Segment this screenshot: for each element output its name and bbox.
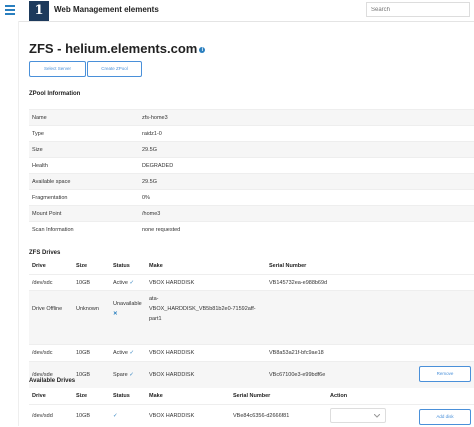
info-row: Mount Point/home3 — [29, 205, 474, 222]
logo: 1 — [29, 1, 49, 21]
sidebar — [0, 21, 19, 426]
col-header-serial: Serial Number — [233, 393, 271, 399]
info-row: Health DEGRADED — [29, 157, 474, 174]
search-input[interactable] — [366, 2, 470, 17]
info-icon[interactable]: i — [199, 46, 206, 53]
table-row: Drive Offline Unknown Unavailable ✕ ata-… — [29, 290, 474, 345]
col-header-drive: Drive — [32, 393, 46, 399]
info-row: Available space 29.5G — [29, 173, 474, 190]
chevron-down-icon — [374, 414, 380, 418]
action-select[interactable] — [330, 408, 386, 423]
check-icon: ✓ — [129, 372, 134, 378]
create-zpool-button[interactable]: Create ZPool — [87, 61, 142, 77]
remove-button[interactable]: Remove — [419, 366, 471, 382]
info-row: Scan Information none requested — [29, 221, 474, 238]
col-header-make: Make — [149, 393, 163, 399]
available-drives-heading: Available Drives — [29, 378, 76, 384]
col-header-make: Make — [149, 263, 163, 269]
col-header-size: Size — [76, 393, 88, 399]
select-server-button[interactable]: Select Server — [29, 61, 86, 77]
x-icon: ✕ — [113, 311, 118, 317]
table-row: /dev/sde 10GB Spare ✓ VBOX HARDDISK VBc6… — [29, 361, 474, 388]
col-header-drive: Drive — [32, 263, 46, 269]
info-row: Size 29.5G — [29, 141, 474, 158]
page-title: ZFS - helium.elements.com i — [29, 41, 206, 56]
brand-title: Web Management elements — [54, 5, 159, 14]
check-icon: ✓ — [129, 350, 135, 356]
check-icon: ✓ — [129, 280, 135, 286]
check-icon: ✓ — [113, 413, 118, 419]
info-row: Type raidz1-0 — [29, 125, 474, 142]
col-header-action: Action — [330, 393, 348, 399]
menu-icon[interactable] — [5, 5, 15, 15]
add-disk-button[interactable]: Add disk — [419, 409, 471, 425]
zpool-info-heading: ZPool Information — [29, 91, 81, 97]
col-header-status: Status — [113, 263, 130, 269]
col-header-serial: Serial Number — [269, 263, 307, 269]
info-row: Name zfs-home3 — [29, 109, 474, 126]
zfs-drives-heading: ZFS Drives — [29, 250, 61, 256]
col-header-size: Size — [76, 263, 88, 269]
col-header-status: Status — [113, 393, 130, 399]
top-bar: 1 Web Management elements — [0, 0, 474, 22]
table-row: /dev/sdc 10GB Active ✓ VBOX HARDDISK VB8… — [29, 344, 474, 362]
table-row: /dev/sdc 10GB Active ✓ VBOX HARDDISK VB1… — [29, 274, 474, 291]
table-row: /dev/sdd 10GB ✓ VBOX HARDDISK VBe84c6356… — [29, 404, 474, 427]
info-row: Fragmentation 0% — [29, 189, 474, 206]
